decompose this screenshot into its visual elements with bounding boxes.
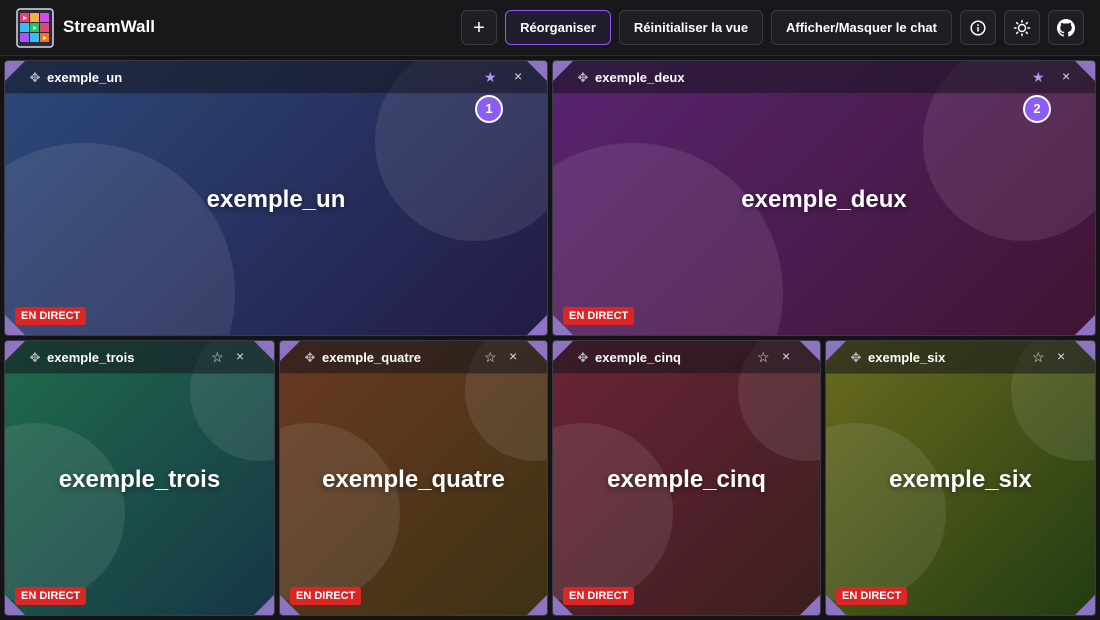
info-button[interactable] — [960, 10, 996, 45]
stream-name: exemple_deux — [595, 70, 685, 85]
close-icon[interactable]: × — [1062, 68, 1070, 84]
stream-name: exemple_trois — [47, 350, 135, 365]
stream-name: exemple_quatre — [322, 350, 421, 365]
drag-handle-icon[interactable]: ✥ — [28, 351, 42, 365]
resize-handle-bl[interactable] — [553, 595, 573, 615]
stream-tile-header[interactable]: ✥ exemple_un ★ × — [5, 61, 547, 94]
drag-handle-icon[interactable]: ✥ — [576, 351, 590, 365]
resize-handle-bl[interactable] — [5, 315, 25, 335]
decorative-circle — [826, 423, 946, 603]
live-badge: EN DIRECT — [290, 587, 362, 605]
resize-handle-br[interactable] — [254, 595, 274, 615]
stream-preview-title: exemple_un — [206, 186, 346, 213]
resize-handle-br[interactable] — [1075, 315, 1095, 335]
resize-handle-tr[interactable] — [254, 341, 274, 361]
info-icon — [970, 19, 986, 36]
star-outline-icon[interactable]: ☆ — [757, 349, 770, 365]
decorative-circle — [5, 423, 125, 603]
stream-tile[interactable]: ✥ exemple_six ☆ × exemple_six EN DIRECT — [825, 340, 1096, 616]
live-badge: EN DIRECT — [563, 587, 635, 605]
stream-preview-title: exemple_deux — [741, 186, 907, 213]
toggle-chat-button[interactable]: Afficher/Masquer le chat — [771, 10, 952, 45]
resize-handle-tl[interactable] — [553, 341, 573, 361]
resize-handle-tl[interactable] — [826, 341, 846, 361]
resize-handle-br[interactable] — [527, 595, 547, 615]
sun-icon — [1013, 19, 1031, 36]
stream-tile[interactable]: ✥ exemple_un ★ × 1 exemple_un EN DIRECT — [4, 60, 548, 336]
stream-tile[interactable]: ✥ exemple_trois ☆ × exemple_trois EN DIRECT — [4, 340, 275, 616]
stream-name: exemple_un — [47, 70, 123, 85]
github-icon — [1057, 18, 1075, 37]
stream-tile-header[interactable]: ✥ exemple_trois ☆ × — [5, 341, 274, 374]
close-icon[interactable]: × — [236, 348, 244, 364]
live-badge: EN DIRECT — [15, 307, 87, 325]
live-badge: EN DIRECT — [836, 587, 908, 605]
decorative-circle — [553, 423, 673, 603]
resize-handle-bl[interactable] — [5, 595, 25, 615]
decorative-circle — [280, 423, 400, 603]
stream-preview-title: exemple_quatre — [322, 466, 505, 493]
star-filled-icon[interactable]: ★ — [1032, 69, 1045, 85]
reorganize-button[interactable]: Réorganiser — [505, 10, 611, 45]
star-outline-icon[interactable]: ☆ — [484, 349, 497, 365]
favorite-order-badge: 1 — [475, 95, 503, 123]
star-outline-icon[interactable]: ☆ — [1032, 349, 1045, 365]
reset-view-button[interactable]: Réinitialiser la vue — [619, 10, 763, 45]
live-badge: EN DIRECT — [563, 307, 635, 325]
stream-tile[interactable]: ✥ exemple_deux ★ × 2 exemple_deux EN DIRECT — [552, 60, 1096, 336]
app-title: StreamWall — [63, 17, 155, 36]
close-icon[interactable]: × — [514, 68, 522, 84]
plus-icon: + — [473, 16, 485, 39]
resize-handle-tl[interactable] — [5, 341, 25, 361]
resize-handle-tl[interactable] — [280, 341, 300, 361]
resize-handle-tr[interactable] — [800, 341, 820, 361]
stream-tile[interactable]: ✥ exemple_quatre ☆ × exemple_quatre EN DIRECT — [279, 340, 548, 616]
star-filled-icon[interactable]: ★ — [484, 69, 497, 85]
stream-tile-header[interactable]: ✥ exemple_quatre ☆ × — [280, 341, 547, 374]
theme-toggle-button[interactable] — [1004, 10, 1040, 45]
resize-handle-tr[interactable] — [1075, 61, 1095, 81]
stream-tile-header[interactable]: ✥ exemple_six ☆ × — [826, 341, 1095, 374]
live-badge: EN DIRECT — [15, 587, 87, 605]
stream-tile-header[interactable]: ✥ exemple_cinq ☆ × — [553, 341, 820, 374]
resize-handle-bl[interactable] — [826, 595, 846, 615]
stream-tile-header[interactable]: ✥ exemple_deux ★ × — [553, 61, 1095, 94]
drag-handle-icon[interactable]: ✥ — [303, 351, 317, 365]
resize-handle-bl[interactable] — [280, 595, 300, 615]
resize-handle-bl[interactable] — [553, 315, 573, 335]
resize-handle-tr[interactable] — [527, 61, 547, 81]
star-outline-icon[interactable]: ☆ — [211, 349, 224, 365]
app-header: StreamWall + Réorganiser Réinitialiser l… — [0, 0, 1100, 56]
resize-handle-tl[interactable] — [5, 61, 25, 81]
github-button[interactable] — [1048, 10, 1084, 45]
close-icon[interactable]: × — [1057, 348, 1065, 364]
resize-handle-tr[interactable] — [1075, 341, 1095, 361]
drag-handle-icon[interactable]: ✥ — [28, 71, 42, 85]
stream-preview-title: exemple_cinq — [607, 466, 766, 493]
drag-handle-icon[interactable]: ✥ — [576, 71, 590, 85]
close-icon[interactable]: × — [782, 348, 790, 364]
streamwall-logo-icon — [16, 8, 54, 48]
add-stream-button[interactable]: + — [461, 10, 497, 45]
stream-name: exemple_six — [868, 350, 946, 365]
close-icon[interactable]: × — [509, 348, 517, 364]
stream-preview-title: exemple_six — [889, 466, 1032, 493]
stream-tile[interactable]: ✥ exemple_cinq ☆ × exemple_cinq EN DIRECT — [552, 340, 821, 616]
resize-handle-br[interactable] — [1075, 595, 1095, 615]
drag-handle-icon[interactable]: ✥ — [849, 351, 863, 365]
resize-handle-br[interactable] — [800, 595, 820, 615]
favorite-order-badge: 2 — [1023, 95, 1051, 123]
stream-name: exemple_cinq — [595, 350, 681, 365]
stream-preview-title: exemple_trois — [58, 466, 221, 493]
resize-handle-tr[interactable] — [527, 341, 547, 361]
resize-handle-tl[interactable] — [553, 61, 573, 81]
resize-handle-br[interactable] — [527, 315, 547, 335]
